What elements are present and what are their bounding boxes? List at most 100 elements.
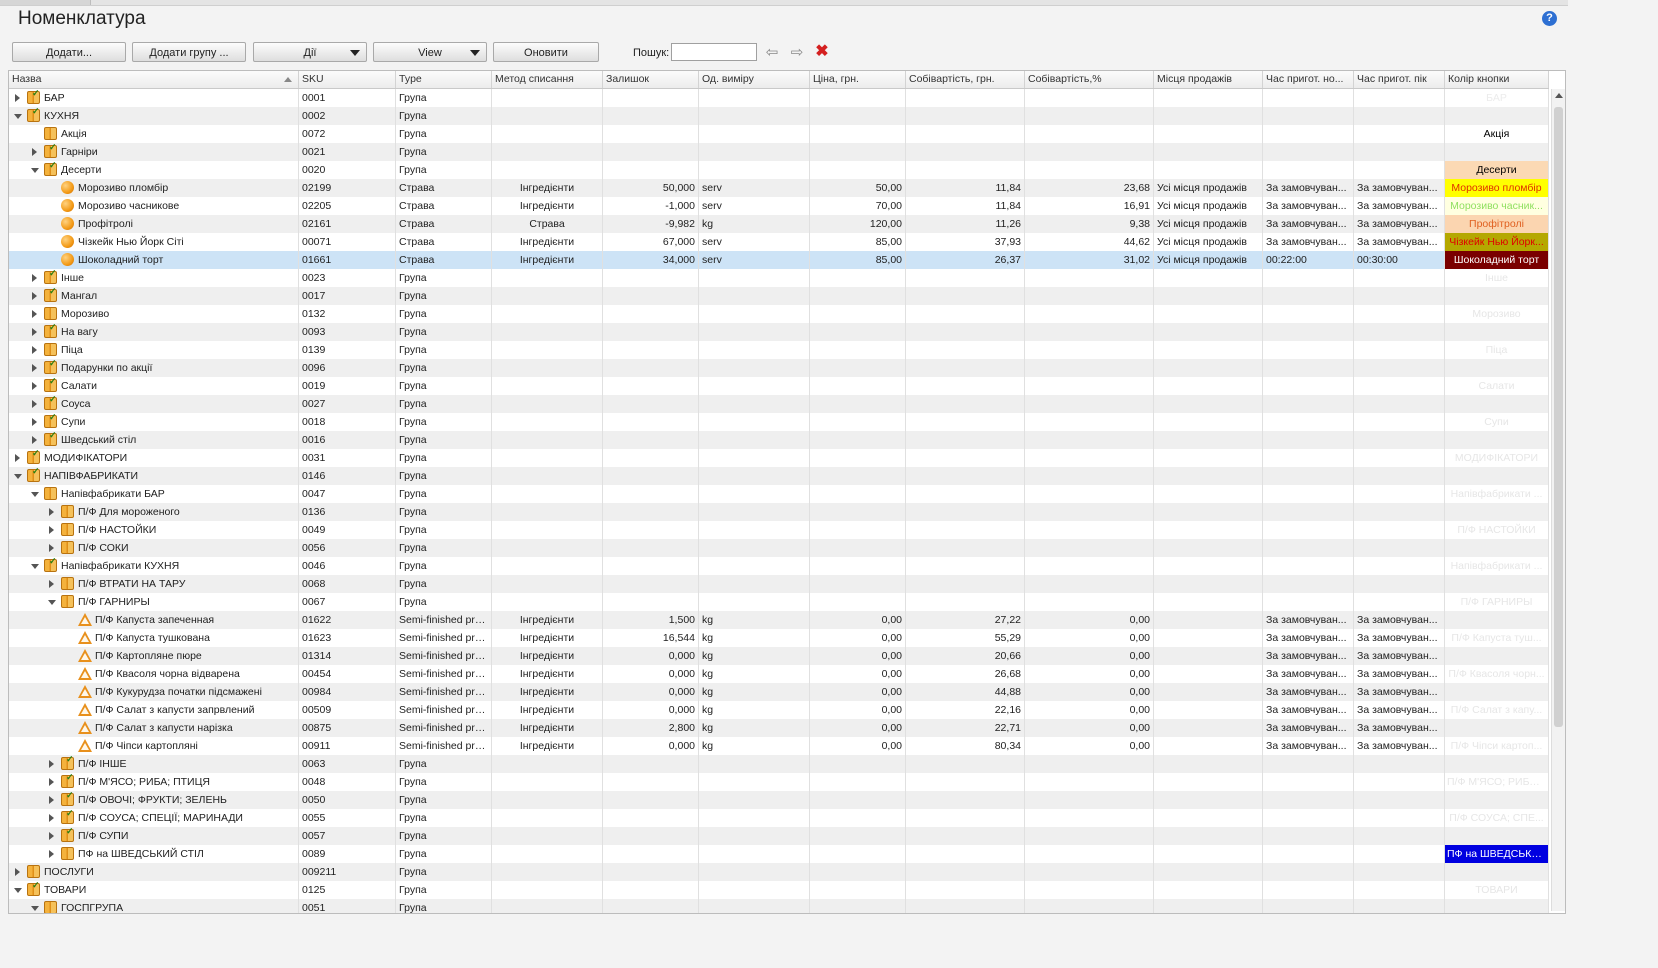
expand-arrow-icon[interactable] xyxy=(49,850,54,858)
expand-arrow-icon[interactable] xyxy=(49,778,54,786)
expand-arrow-icon[interactable] xyxy=(32,148,37,156)
col-sku-header[interactable]: SKU xyxy=(299,71,396,88)
search-back-icon[interactable]: ⇦ xyxy=(764,45,780,61)
col-price-header[interactable]: Ціна, грн. xyxy=(810,71,906,88)
clear-search-icon[interactable]: ✖ xyxy=(814,44,830,60)
collapse-arrow-icon[interactable] xyxy=(14,474,22,479)
expand-arrow-icon[interactable] xyxy=(49,544,54,552)
table-row[interactable]: П/Ф СОКИ 0056 Група xyxy=(9,539,1549,557)
table-row[interactable]: П/Ф Салат з капусти запрвлений 00509 Semi-… xyxy=(9,701,1549,719)
document-tab[interactable] xyxy=(0,0,91,5)
table-row[interactable]: ✓ Напівфабрикати КУХНЯ 0046 Група Напівфабри… xyxy=(9,557,1549,575)
collapse-arrow-icon[interactable] xyxy=(31,564,39,569)
table-row[interactable]: ✓ П/Ф ІНШЕ 0063 Група xyxy=(9,755,1549,773)
table-row[interactable]: Морозиво 0132 Група Морозиво xyxy=(9,305,1549,323)
table-row[interactable]: ✓ БАР 0001 Група БАР xyxy=(9,89,1549,107)
col-cost-header[interactable]: Собівартість, грн. xyxy=(906,71,1025,88)
table-row[interactable]: П/Ф Чіпси картопляні 00911 Semi-finished p… xyxy=(9,737,1549,755)
table-row[interactable]: ✓ КУХНЯ 0002 Група xyxy=(9,107,1549,125)
expand-arrow-icon[interactable] xyxy=(49,760,54,768)
table-row[interactable]: П/Ф Для мороженого 0136 Група xyxy=(9,503,1549,521)
collapse-arrow-icon[interactable] xyxy=(14,888,22,893)
col-prep-time-peak-header[interactable]: Час пригот. пік xyxy=(1354,71,1445,88)
col-type-header[interactable]: Type xyxy=(396,71,492,88)
table-row[interactable]: Акція 0072 Група Акція xyxy=(9,125,1549,143)
expand-arrow-icon[interactable] xyxy=(32,382,37,390)
table-row[interactable]: Піца 0139 Група Піца xyxy=(9,341,1549,359)
table-row[interactable]: ✓ П/Ф СУПИ 0057 Група xyxy=(9,827,1549,845)
refresh-button[interactable]: Оновити xyxy=(493,42,599,62)
expand-arrow-icon[interactable] xyxy=(32,364,37,372)
table-row[interactable]: Профітролі 02161 Страва Страва -9,982 kg 120,0… xyxy=(9,215,1549,233)
expand-arrow-icon[interactable] xyxy=(32,310,37,318)
expand-arrow-icon[interactable] xyxy=(15,868,20,876)
table-row[interactable]: Чізкейк Нью Йорк Сіті 00071 Страва Інгредіє… xyxy=(9,233,1549,251)
col-sale-places-header[interactable]: Місця продажів xyxy=(1154,71,1263,88)
table-row[interactable]: ✓ Супи 0018 Група Супи xyxy=(9,413,1549,431)
collapse-arrow-icon[interactable] xyxy=(31,168,39,173)
table-row[interactable]: Напівфабрикати БАР 0047 Група Напівфабрикат… xyxy=(9,485,1549,503)
col-unit-header[interactable]: Од. виміру xyxy=(699,71,810,88)
add-group-button[interactable]: Додати групу ... xyxy=(132,42,246,62)
expand-arrow-icon[interactable] xyxy=(32,292,37,300)
table-row[interactable]: ГОСПГРУПА 0051 Група xyxy=(9,899,1549,913)
table-row[interactable]: П/Ф Квасоля чорна відварена 00454 Semi-fin… xyxy=(9,665,1549,683)
search-forward-icon[interactable]: ⇨ xyxy=(789,45,805,61)
collapse-arrow-icon[interactable] xyxy=(48,600,56,605)
col-writeoff-method-header[interactable]: Метод списання xyxy=(492,71,603,88)
table-row[interactable]: П/Ф Капуста запеченная 01622 Semi-finished… xyxy=(9,611,1549,629)
collapse-arrow-icon[interactable] xyxy=(31,906,39,911)
col-cost-percent-header[interactable]: Собівартість,% xyxy=(1025,71,1154,88)
expand-arrow-icon[interactable] xyxy=(32,274,37,282)
table-row[interactable]: ✓ Інше 0023 Група Інше xyxy=(9,269,1549,287)
expand-arrow-icon[interactable] xyxy=(15,454,20,462)
expand-arrow-icon[interactable] xyxy=(15,94,20,102)
add-button[interactable]: Додати... xyxy=(12,42,126,62)
help-icon[interactable]: ? xyxy=(1542,11,1557,26)
expand-arrow-icon[interactable] xyxy=(49,832,54,840)
scroll-up-icon[interactable] xyxy=(1555,93,1563,98)
col-stock-header[interactable]: Залишок xyxy=(603,71,699,88)
expand-arrow-icon[interactable] xyxy=(32,346,37,354)
sort-asc-icon[interactable] xyxy=(284,77,292,82)
expand-arrow-icon[interactable] xyxy=(49,796,54,804)
table-row[interactable]: ✓ На вагу 0093 Група xyxy=(9,323,1549,341)
col-button-color-header[interactable]: Колір кнопки xyxy=(1445,71,1549,88)
table-row[interactable]: П/Ф НАСТОЙКИ 0049 Група П/Ф НАСТОЙКИ xyxy=(9,521,1549,539)
table-row[interactable]: ✓ Гарніри 0021 Група xyxy=(9,143,1549,161)
collapse-arrow-icon[interactable] xyxy=(31,492,39,497)
table-row[interactable]: ✓ Мангал 0017 Група xyxy=(9,287,1549,305)
scroll-thumb[interactable] xyxy=(1554,107,1563,727)
table-row[interactable]: ✓ П/Ф СОУСА; СПЕЦІЇ; МАРИНАДИ 0055 Група П/Ф… xyxy=(9,809,1549,827)
actions-dropdown[interactable]: Дії xyxy=(253,42,367,62)
table-row[interactable]: П/Ф Капуста тушкована 01623 Semi-finished … xyxy=(9,629,1549,647)
table-row[interactable]: ✓ МОДИФІКАТОРИ 0031 Група МОДИФІКАТОРИ xyxy=(9,449,1549,467)
table-row[interactable]: ✓ П/Ф М'ЯСО; РИБА; ПТИЦЯ 0048 Група П/Ф М'ЯС… xyxy=(9,773,1549,791)
col-prep-time-normal-header[interactable]: Час пригот. но... xyxy=(1263,71,1354,88)
table-row[interactable]: П/Ф Картопляне пюре 01314 Semi-finished pr… xyxy=(9,647,1549,665)
view-dropdown[interactable]: View xyxy=(373,42,487,62)
table-row[interactable]: П/Ф Салат з капусти нарізка 00875 Semi-fin… xyxy=(9,719,1549,737)
table-row[interactable]: ✓ НАПІВФАБРИКАТИ 0146 Група xyxy=(9,467,1549,485)
table-row[interactable]: Шоколадний торт 01661 Страва Інгредієнти 34,… xyxy=(9,251,1549,269)
expand-arrow-icon[interactable] xyxy=(32,328,37,336)
col-name-header[interactable]: Назва xyxy=(9,71,299,88)
search-input[interactable] xyxy=(671,43,757,61)
vertical-scrollbar[interactable] xyxy=(1551,89,1565,911)
table-row[interactable]: ✓ Подарунки по акції 0096 Група xyxy=(9,359,1549,377)
table-row[interactable]: ✓ Шведський стіл 0016 Група xyxy=(9,431,1549,449)
expand-arrow-icon[interactable] xyxy=(49,508,54,516)
table-row[interactable]: ✓ П/Ф ОВОЧІ; ФРУКТИ; ЗЕЛЕНЬ 0050 Група xyxy=(9,791,1549,809)
expand-arrow-icon[interactable] xyxy=(49,580,54,588)
expand-arrow-icon[interactable] xyxy=(32,418,37,426)
table-row[interactable]: П/Ф Кукурудза початки підсмажені 00984 Sem… xyxy=(9,683,1549,701)
expand-arrow-icon[interactable] xyxy=(49,814,54,822)
table-row[interactable]: ✓ Соуса 0027 Група xyxy=(9,395,1549,413)
collapse-arrow-icon[interactable] xyxy=(14,114,22,119)
expand-arrow-icon[interactable] xyxy=(32,400,37,408)
table-row[interactable]: П/Ф ГАРНИРЫ 0067 Група П/Ф ГАРНИРЫ xyxy=(9,593,1549,611)
table-row[interactable]: ✓ Десерти 0020 Група Десерти xyxy=(9,161,1549,179)
table-row[interactable]: Морозиво часникове 02205 Страва Інгредієнти… xyxy=(9,197,1549,215)
table-row[interactable]: Морозиво пломбір 02199 Страва Інгредієнти 50… xyxy=(9,179,1549,197)
table-row[interactable]: П/Ф ВТРАТИ НА ТАРУ 0068 Група xyxy=(9,575,1549,593)
